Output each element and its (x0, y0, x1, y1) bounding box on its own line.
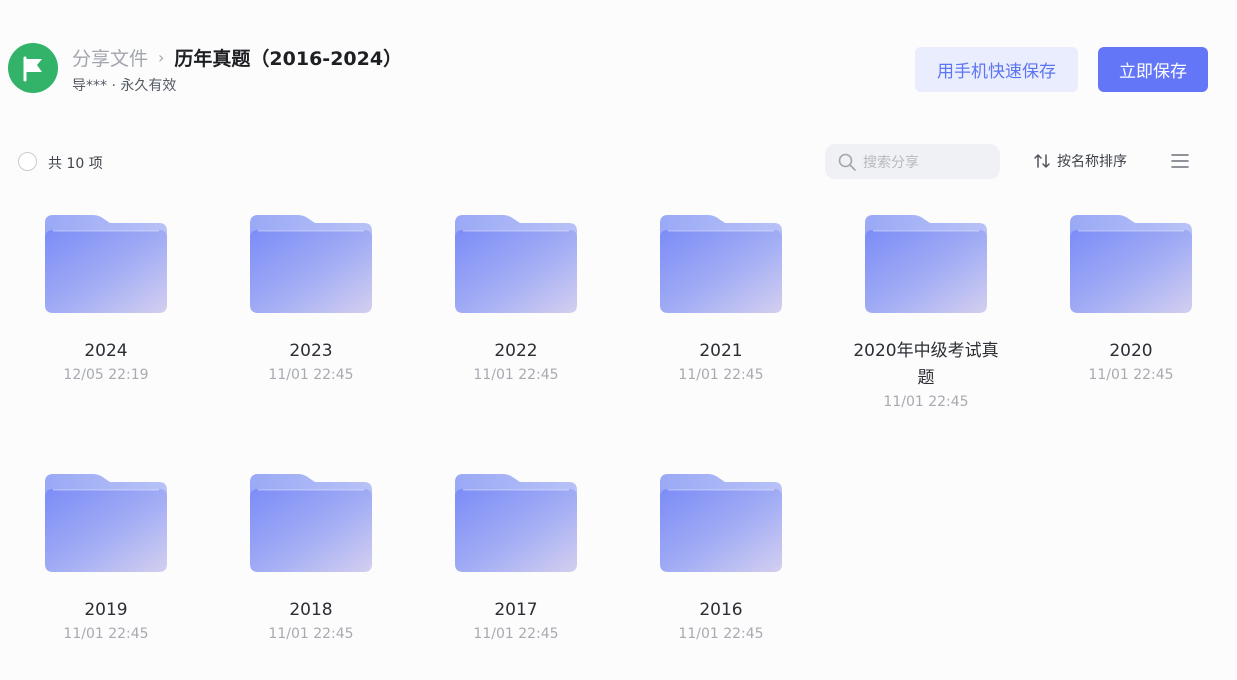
folder-date: 11/01 22:45 (883, 394, 969, 410)
folder-icon (660, 474, 782, 572)
folder-item[interactable]: 2016 11/01 22:45 (631, 466, 811, 642)
folder-date: 11/01 22:45 (63, 626, 149, 642)
folder-item[interactable]: 2020年中级考试真题 11/01 22:45 (836, 207, 1016, 410)
folder-icon (45, 474, 167, 572)
folder-name: 2024 (84, 341, 128, 361)
folder-icon (455, 215, 577, 313)
folder-name: 2021 (699, 341, 743, 361)
folder-item[interactable]: 2023 11/01 22:45 (221, 207, 401, 383)
folder-date: 11/01 22:45 (678, 367, 764, 383)
folder-date: 11/01 22:45 (268, 367, 354, 383)
folder-icon (45, 215, 167, 313)
folder-name: 2020 (1109, 341, 1153, 361)
folder-item[interactable]: 2020 11/01 22:45 (1041, 207, 1221, 383)
share-meta: 导*** · 永久有效 (72, 78, 177, 94)
item-count: 共 10 项 (48, 156, 103, 172)
folder-icon (250, 215, 372, 313)
folder-item[interactable]: 2021 11/01 22:45 (631, 207, 811, 383)
folder-name: 2023 (289, 341, 333, 361)
folder-item[interactable]: 2018 11/01 22:45 (221, 466, 401, 642)
breadcrumb-separator-icon: › (158, 48, 165, 67)
folder-icon (250, 474, 372, 572)
search-placeholder: 搜索分享 (863, 154, 919, 171)
folder-item[interactable]: 2024 12/05 22:19 (16, 207, 196, 383)
folder-icon (1070, 215, 1192, 313)
folder-date: 12/05 22:19 (63, 367, 149, 383)
folder-icon (865, 215, 987, 313)
search-icon (838, 153, 856, 171)
folder-name: 2017 (494, 600, 538, 620)
folder-date: 11/01 22:45 (678, 626, 764, 642)
breadcrumb: 分享文件 › 历年真题（2016-2024） (72, 44, 402, 71)
folder-name: 2019 (84, 600, 128, 620)
folder-date: 11/01 22:45 (1088, 367, 1174, 383)
folder-item[interactable]: 2022 11/01 22:45 (426, 207, 606, 383)
folder-date: 11/01 22:45 (473, 626, 559, 642)
page-title: 历年真题（2016-2024） (174, 48, 403, 70)
folder-date: 11/01 22:45 (473, 367, 559, 383)
folder-item[interactable]: 2017 11/01 22:45 (426, 466, 606, 642)
select-all-checkbox[interactable] (18, 152, 37, 171)
list-view-icon[interactable] (1170, 152, 1190, 170)
folder-name: 2020年中级考试真题 (853, 341, 999, 388)
folder-icon (660, 215, 782, 313)
breadcrumb-root-link[interactable]: 分享文件 (72, 44, 148, 71)
folder-name: 2016 (699, 600, 743, 620)
folder-icon (455, 474, 577, 572)
folder-name: 2022 (494, 341, 538, 361)
search-input[interactable]: 搜索分享 (825, 144, 1000, 179)
folder-date: 11/01 22:45 (268, 626, 354, 642)
save-now-button[interactable]: 立即保存 (1098, 47, 1208, 92)
sort-label: 按名称排序 (1057, 154, 1127, 170)
sort-icon (1034, 154, 1050, 168)
share-logo-icon (8, 43, 58, 93)
folder-item[interactable]: 2019 11/01 22:45 (16, 466, 196, 642)
sort-button[interactable]: 按名称排序 (1032, 151, 1127, 171)
folder-name: 2018 (289, 600, 333, 620)
save-via-phone-button[interactable]: 用手机快速保存 (915, 47, 1078, 92)
